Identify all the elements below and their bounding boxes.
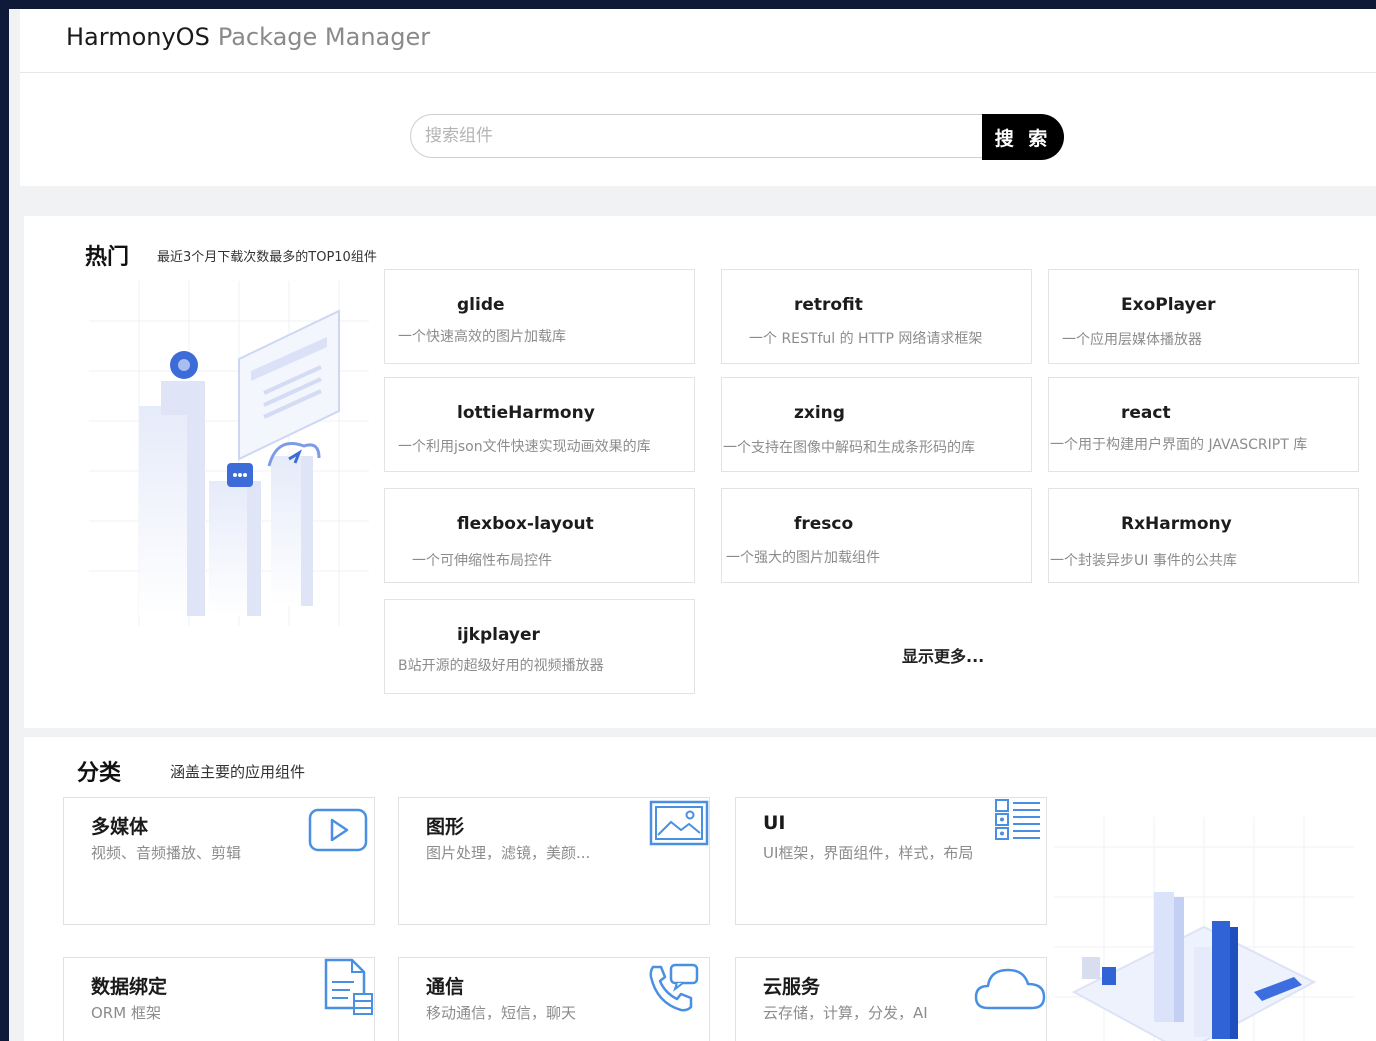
category-name: UI: [763, 812, 786, 834]
package-name: lottieHarmony: [457, 403, 595, 423]
package-desc: 一个支持在图像中解码和生成条形码的库: [723, 440, 975, 456]
package-card-glide[interactable]: glide 一个快速高效的图片加载库: [384, 269, 695, 364]
hot-illustration: [89, 281, 369, 626]
category-name: 数据绑定: [91, 976, 168, 998]
category-name: 通信: [426, 976, 465, 998]
package-name: RxHarmony: [1121, 514, 1232, 534]
package-desc: 一个封装异步UI 事件的公共库: [1050, 553, 1237, 569]
search-area: 搜 索: [20, 73, 1376, 186]
play-icon: [308, 808, 368, 852]
category-card-data-binding[interactable]: 数据绑定 ORM 框架: [63, 957, 375, 1041]
hot-subtitle: 最近3个月下载次数最多的TOP10组件: [157, 250, 377, 265]
category-card-communication[interactable]: 通信 移动通信，短信，聊天: [398, 957, 710, 1041]
package-desc: 一个利用json文件快速实现动画效果的库: [398, 439, 651, 455]
category-subtitle: 涵盖主要的应用组件: [170, 763, 306, 781]
package-name: glide: [457, 295, 505, 315]
package-desc: 一个用于构建用户界面的 JAVASCRIPT 库: [1050, 437, 1308, 453]
package-desc: 一个应用层媒体播放器: [1062, 332, 1202, 348]
package-name: fresco: [794, 514, 854, 534]
brand-logo[interactable]: HarmonyOS Package Manager: [66, 23, 430, 51]
package-desc: 一个强大的图片加载组件: [726, 550, 880, 566]
hot-title: 热门: [85, 245, 130, 270]
category-name: 图形: [426, 816, 465, 838]
package-name: retrofit: [794, 295, 863, 315]
brand-sub: Package Manager: [217, 23, 431, 51]
package-card-flexbox-layout[interactable]: flexbox-layout 一个可伸缩性布局控件: [384, 488, 695, 583]
category-desc: 视频、音频播放、剪辑: [91, 844, 242, 862]
brand-main: HarmonyOS: [66, 23, 210, 51]
category-title: 分类: [77, 761, 122, 786]
category-desc: 图片处理，滤镜，美颜...: [426, 844, 591, 862]
package-name: ExoPlayer: [1121, 295, 1216, 315]
category-desc: UI框架，界面组件，样式，布局: [763, 844, 974, 862]
category-card-ui[interactable]: UI UI框架，界面组件，样式，布局: [735, 797, 1047, 925]
category-desc: ORM 框架: [91, 1004, 161, 1022]
category-card-multimedia[interactable]: 多媒体 视频、音频播放、剪辑: [63, 797, 375, 925]
category-card-cloud[interactable]: 云服务 云存储，计算，分发，AI: [735, 957, 1047, 1041]
package-card-ijkplayer[interactable]: ijkplayer B站开源的超级好用的视频播放器: [384, 599, 695, 694]
show-more-link[interactable]: 显示更多...: [902, 643, 984, 667]
category-card-graphics[interactable]: 图形 图片处理，滤镜，美颜...: [398, 797, 710, 925]
package-desc: 一个快速高效的图片加载库: [398, 329, 566, 345]
hot-section: 热门 最近3个月下载次数最多的TOP10组件 glide 一个快速高效的图片加载…: [24, 216, 1376, 728]
package-card-exoplayer[interactable]: ExoPlayer 一个应用层媒体播放器: [1048, 269, 1359, 364]
package-name: react: [1121, 403, 1171, 423]
category-illustration: [1054, 817, 1354, 1041]
package-name: flexbox-layout: [457, 514, 594, 534]
document-icon: [324, 958, 373, 1015]
category-name: 多媒体: [91, 816, 149, 838]
package-card-rxharmony[interactable]: RxHarmony 一个封装异步UI 事件的公共库: [1048, 488, 1359, 583]
package-name: zxing: [794, 403, 845, 423]
package-card-fresco[interactable]: fresco 一个强大的图片加载组件: [721, 488, 1032, 583]
package-desc: B站开源的超级好用的视频播放器: [398, 658, 604, 674]
package-name: ijkplayer: [457, 625, 540, 645]
package-card-zxing[interactable]: zxing 一个支持在图像中解码和生成条形码的库: [721, 377, 1032, 472]
cloud-icon: [974, 968, 1046, 1010]
search-input[interactable]: [423, 115, 967, 157]
top-header: HarmonyOS Package Manager: [20, 9, 1376, 73]
package-desc: 一个 RESTful 的 HTTP 网络请求框架: [749, 331, 983, 347]
category-desc: 云存储，计算，分发，AI: [763, 1004, 928, 1022]
app-window: HarmonyOSPackage Manager 搜 索 热门 最近3个月下载次…: [9, 9, 1376, 1041]
search-button[interactable]: 搜 索: [982, 114, 1064, 160]
list-layout-icon: [995, 799, 1040, 840]
search-box: [410, 114, 982, 158]
package-card-retrofit[interactable]: retrofit 一个 RESTful 的 HTTP 网络请求框架: [721, 269, 1032, 364]
package-card-lottieharmony[interactable]: lottieHarmony 一个利用json文件快速实现动画效果的库: [384, 377, 695, 472]
category-desc: 移动通信，短信，聊天: [426, 1004, 577, 1022]
package-desc: 一个可伸缩性布局控件: [412, 553, 552, 569]
category-section: 分类 涵盖主要的应用组件 多媒体 视频、音频播放、剪辑 图形 图片处理，滤镜，美…: [24, 737, 1376, 1041]
image-icon: [649, 800, 709, 846]
package-card-react[interactable]: react 一个用于构建用户界面的 JAVASCRIPT 库: [1048, 377, 1359, 472]
phone-chat-icon: [649, 963, 699, 1012]
category-name: 云服务: [763, 976, 821, 998]
